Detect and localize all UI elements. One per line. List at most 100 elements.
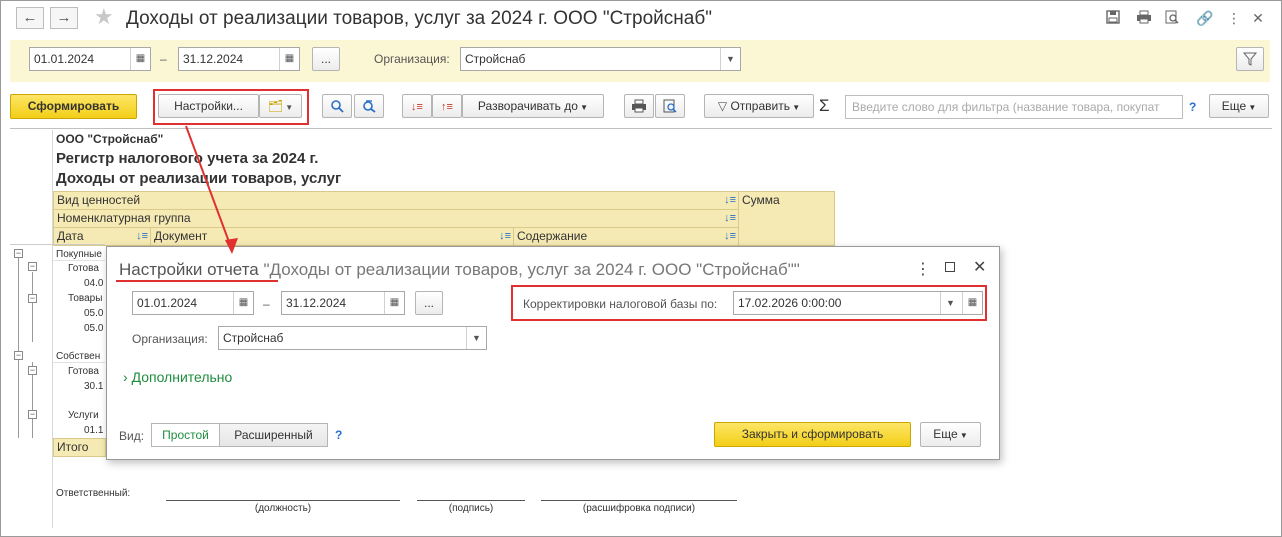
header-nomenclature-group[interactable]: Номенклатурная группа ↓≡ [53, 209, 739, 228]
annotation-arrow [185, 125, 238, 254]
row-group: Услуги [68, 410, 99, 421]
collapse-group-toggle[interactable]: − [14, 351, 23, 360]
total-row: Итого [53, 438, 106, 457]
header-sum[interactable]: Сумма [738, 191, 835, 246]
group-line [18, 258, 19, 438]
collapse-group-toggle[interactable]: − [28, 294, 37, 303]
sort-icon[interactable]: ↓≡ [499, 228, 511, 245]
tax-base-highlight-box [511, 285, 987, 321]
dialog-organization-select[interactable]: Стройснаб ▼ [218, 326, 487, 350]
dialog-date-to-input[interactable]: 31.12.2024 ▦ [281, 291, 405, 315]
more-vertical-icon[interactable]: ⋮ [915, 259, 931, 279]
report-variant-icon: 🗂 [267, 99, 284, 113]
maximize-icon[interactable] [945, 262, 955, 272]
help-icon[interactable]: ? [335, 428, 342, 442]
settings-button[interactable]: Настройки... [158, 94, 259, 118]
expand-to-button[interactable]: Разворачивать до ▼ [462, 94, 604, 118]
date-from-input[interactable]: 01.01.2024 ▦ [29, 47, 151, 71]
expand-to-label: Разворачивать до [477, 99, 578, 113]
close-and-generate-button[interactable]: Закрыть и сформировать [714, 422, 911, 447]
calendar-icon[interactable]: ▦ [233, 292, 253, 314]
generate-button[interactable]: Сформировать [10, 94, 137, 119]
header-nomenclature-label: Номенклатурная группа [57, 211, 191, 225]
print-icon [632, 99, 646, 113]
collapse-groups-button[interactable]: ↓≡ [402, 94, 432, 118]
calendar-icon[interactable]: ▦ [130, 48, 150, 70]
back-button[interactable]: ← [16, 7, 44, 29]
report-organization: ООО "Стройснаб" [56, 132, 164, 146]
print-button[interactable] [624, 94, 654, 118]
dialog-organization-value: Стройснаб [223, 331, 284, 345]
view-simple-button[interactable]: Простой [151, 423, 220, 447]
collapse-group-toggle[interactable]: − [14, 249, 23, 258]
sort-icon[interactable]: ↓≡ [724, 228, 736, 245]
signature-line [541, 500, 737, 501]
row-group: Готова [68, 263, 99, 274]
chevron-right-icon: › [123, 369, 128, 385]
expand-groups-button[interactable]: ↑≡ [432, 94, 462, 118]
sort-icon[interactable]: ↓≡ [724, 210, 736, 227]
period-select-button[interactable]: ... [312, 47, 340, 71]
sum-icon[interactable]: Σ [819, 96, 830, 116]
send-button[interactable]: ▽ Отправить ▼ [704, 94, 814, 118]
row-kind: Собствен [56, 351, 101, 362]
calendar-icon[interactable]: ▦ [384, 292, 404, 314]
header-content[interactable]: Содержание ↓≡ [513, 227, 739, 246]
date-dash: – [160, 52, 167, 66]
row-date: 04.0 [84, 278, 104, 289]
link-icon[interactable]: 🔗 [1196, 10, 1213, 26]
group-line [32, 272, 33, 342]
more-vertical-icon[interactable]: ⋮ [1226, 10, 1242, 26]
preview-icon[interactable] [1164, 10, 1180, 26]
search-button[interactable] [322, 94, 352, 118]
search-next-icon [363, 100, 376, 113]
dialog-date-to-value: 31.12.2024 [286, 296, 347, 310]
collapse-group-toggle[interactable]: − [28, 410, 37, 419]
title-underline [116, 280, 278, 282]
filter-input[interactable]: Введите слово для фильтра (название това… [845, 95, 1183, 119]
favorite-star-icon[interactable]: ★ [94, 4, 114, 30]
forward-button[interactable]: → [50, 7, 78, 29]
row-divider [53, 362, 105, 363]
dialog-period-button[interactable]: ... [415, 291, 443, 315]
row-date: 05.0 [84, 308, 104, 319]
chevron-down-icon: ▼ [1246, 103, 1257, 112]
row-date: 30.1 [84, 381, 104, 392]
send-label: Отправить [730, 99, 790, 113]
collapse-group-toggle[interactable]: − [28, 262, 37, 271]
chevron-down-icon: ▼ [577, 103, 589, 112]
close-icon[interactable]: ✕ [1250, 10, 1266, 26]
more-label: Еще [1221, 99, 1247, 113]
dialog-date-from-input[interactable]: 01.01.2024 ▦ [132, 291, 254, 315]
collapse-icon: ↓≡ [411, 101, 423, 113]
date-to-value: 31.12.2024 [183, 52, 244, 66]
organization-value: Стройснаб [465, 52, 526, 66]
filter-settings-button[interactable] [1236, 47, 1264, 71]
variants-button[interactable]: 🗂 ▼ [259, 94, 302, 118]
print-icon[interactable] [1136, 10, 1152, 26]
row-group: Готова [68, 366, 99, 377]
chevron-down-icon[interactable]: ▼ [720, 48, 740, 70]
more-button[interactable]: Еще ▼ [1209, 94, 1269, 118]
save-icon[interactable] [1105, 10, 1121, 26]
organization-select[interactable]: Стройснаб ▼ [460, 47, 741, 71]
preview-icon [663, 99, 677, 113]
sort-icon[interactable]: ↓≡ [136, 228, 148, 245]
send-icon: ▽ [717, 99, 728, 113]
view-extended-button[interactable]: Расширенный [219, 423, 328, 447]
dialog-more-button[interactable]: Еще ▼ [920, 422, 981, 447]
close-icon[interactable]: ✕ [973, 257, 986, 277]
collapse-group-toggle[interactable]: − [28, 366, 37, 375]
dialog-date-dash: – [263, 297, 270, 311]
search-next-button[interactable] [354, 94, 384, 118]
chevron-down-icon[interactable]: ▼ [466, 327, 486, 349]
sort-icon[interactable]: ↓≡ [724, 192, 736, 209]
view-label: Вид: [119, 429, 145, 443]
calendar-icon[interactable]: ▦ [279, 48, 299, 70]
date-to-input[interactable]: 31.12.2024 ▦ [178, 47, 300, 71]
header-kind[interactable]: Вид ценностей ↓≡ [53, 191, 739, 210]
print-preview-button[interactable] [655, 94, 685, 118]
header-kind-label: Вид ценностей [57, 193, 141, 207]
additional-section-toggle[interactable]: › Дополнительно [123, 369, 232, 385]
help-icon[interactable]: ? [1189, 100, 1196, 114]
